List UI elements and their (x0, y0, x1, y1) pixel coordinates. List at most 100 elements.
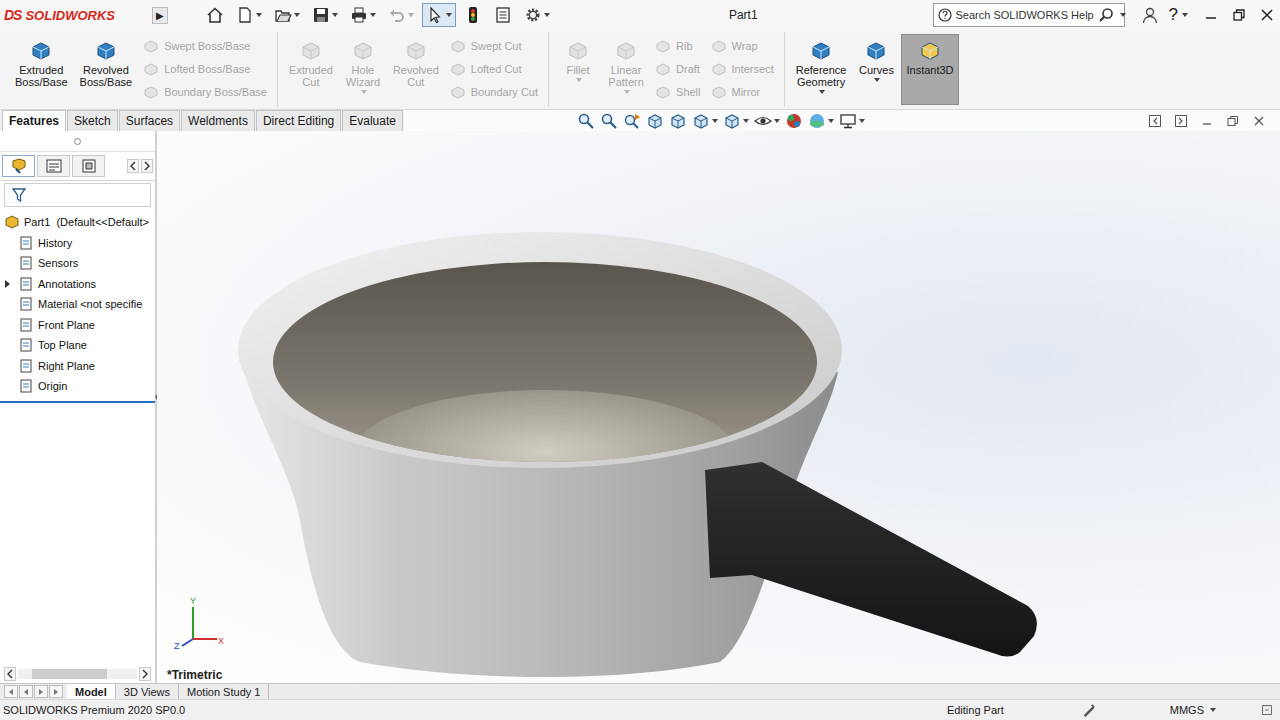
view-tool-button[interactable] (623, 112, 641, 130)
scroll-left-icon[interactable] (4, 667, 16, 681)
tree-item[interactable]: History (0, 233, 155, 254)
scroll-thumb[interactable] (32, 669, 107, 679)
save-button[interactable] (308, 3, 342, 27)
view-tool-button[interactable] (692, 112, 718, 130)
scroll-right-icon[interactable] (141, 159, 153, 173)
command-button[interactable]: Intersect (707, 59, 778, 79)
minimize-icon[interactable] (1204, 8, 1218, 22)
command-button[interactable]: Extruded Boss/Base (10, 34, 73, 92)
command-tab[interactable]: Weldments (181, 110, 255, 131)
command-button[interactable]: Boundary Boss/Base (139, 82, 271, 102)
home-button[interactable] (202, 3, 228, 27)
tab-nav-button[interactable] (49, 685, 63, 698)
view-tool-button[interactable] (600, 112, 618, 130)
close-icon[interactable] (1252, 114, 1266, 128)
help-button[interactable]: ? (1165, 5, 1192, 25)
view-tool-button[interactable] (839, 112, 865, 130)
command-button[interactable]: Rib (651, 36, 704, 56)
solidworks-logo[interactable]: DSSOLIDWORKS (4, 7, 146, 23)
model-tab[interactable]: 3D Views (116, 684, 179, 699)
command-button[interactable]: Wrap (707, 36, 778, 56)
saucepan-model[interactable] (157, 131, 1280, 683)
view-tool-button[interactable] (754, 112, 780, 130)
select-button[interactable] (422, 3, 456, 27)
rebuild-status-icon[interactable] (1082, 703, 1096, 717)
command-tab[interactable]: Surfaces (119, 110, 180, 131)
command-button[interactable]: Boundary Cut (446, 82, 542, 102)
graphics-area[interactable]: YXZ*Trimetric (157, 131, 1280, 683)
command-button[interactable]: Curves (853, 34, 899, 86)
panel-tab[interactable] (72, 155, 105, 177)
command-button[interactable]: Instant3D (901, 34, 958, 105)
command-button[interactable]: Hole Wizard (340, 34, 386, 98)
rollback-bar[interactable] (0, 401, 155, 403)
customize-icon[interactable] (1260, 703, 1274, 717)
command-button[interactable]: Fillet (555, 34, 601, 86)
close-icon[interactable] (1260, 8, 1274, 22)
tree-filter[interactable] (4, 183, 151, 207)
tree-item[interactable]: Annotations (0, 274, 155, 295)
tree-node-icon (18, 296, 34, 312)
help-search-field[interactable]: Search SOLIDWORKS Help (933, 3, 1125, 27)
command-button[interactable]: Swept Boss/Base (139, 36, 271, 56)
section-view-icon (646, 112, 664, 130)
tile-left-icon[interactable] (1148, 114, 1162, 128)
tree-item[interactable]: Right Plane (0, 356, 155, 377)
command-button[interactable]: Revolved Boss/Base (75, 34, 138, 92)
dropdown-caret (446, 13, 452, 17)
tab-nav-button[interactable] (34, 685, 48, 698)
options-button[interactable] (520, 3, 554, 27)
view-tool-button[interactable] (785, 112, 803, 130)
command-button[interactable]: Shell (651, 82, 704, 102)
model-tab[interactable]: Model (67, 684, 116, 699)
new-button[interactable] (232, 3, 266, 27)
tree-item[interactable]: Origin (0, 376, 155, 397)
tree-item[interactable]: Front Plane (0, 315, 155, 336)
view-tool-button[interactable] (669, 112, 687, 130)
file-properties-button[interactable] (490, 3, 516, 27)
command-tab[interactable]: Features (2, 110, 66, 131)
print-button[interactable] (346, 3, 380, 27)
command-button[interactable]: Linear Pattern (603, 34, 649, 98)
tree-root[interactable]: Part1 (Default<<Default> (0, 212, 155, 233)
command-button[interactable]: Reference Geometry (791, 34, 852, 98)
tree-item[interactable]: Material <not specifie (0, 294, 155, 315)
view-tool-button[interactable] (808, 112, 834, 130)
command-tab[interactable]: Evaluate (342, 110, 403, 131)
tree-item[interactable]: Top Plane (0, 335, 155, 356)
panel-grip[interactable] (0, 131, 155, 152)
expander[interactable] (0, 280, 14, 288)
command-button[interactable]: Draft (651, 59, 704, 79)
tree-item[interactable]: Sensors (0, 253, 155, 274)
menu-flyout-button[interactable]: ▶ (152, 7, 168, 24)
command-tab[interactable]: Direct Editing (256, 110, 341, 131)
undo-button[interactable] (384, 3, 418, 27)
tile-right-icon[interactable] (1174, 114, 1188, 128)
rebuild-button[interactable] (460, 3, 486, 27)
command-button[interactable]: Mirror (707, 82, 778, 102)
scroll-left-icon[interactable] (127, 159, 139, 173)
unit-system[interactable]: MMGS (1170, 704, 1204, 716)
view-tool-button[interactable] (646, 112, 664, 130)
model-tab[interactable]: Motion Study 1 (179, 684, 269, 699)
command-button[interactable]: Lofted Cut (446, 59, 542, 79)
tab-nav-button[interactable] (19, 685, 33, 698)
panel-tab[interactable] (37, 155, 70, 177)
dropdown-caret (743, 119, 749, 123)
command-button[interactable]: Lofted Boss/Base (139, 59, 271, 79)
command-tab[interactable]: Sketch (67, 110, 118, 131)
command-button[interactable]: Revolved Cut (388, 34, 444, 92)
open-button[interactable] (270, 3, 304, 27)
panel-tab[interactable] (2, 155, 35, 177)
command-button[interactable]: Extruded Cut (284, 34, 338, 92)
minimize-icon[interactable] (1200, 114, 1214, 128)
user-icon[interactable] (1141, 6, 1159, 24)
scroll-right-icon[interactable] (139, 667, 151, 681)
restore-icon[interactable] (1232, 8, 1246, 22)
view-tool-button[interactable] (577, 112, 595, 130)
view-tool-button[interactable] (723, 112, 749, 130)
tab-nav-button[interactable] (4, 685, 18, 698)
restore-icon[interactable] (1226, 114, 1240, 128)
horizontal-scrollbar[interactable] (0, 665, 155, 683)
command-button[interactable]: Swept Cut (446, 36, 542, 56)
